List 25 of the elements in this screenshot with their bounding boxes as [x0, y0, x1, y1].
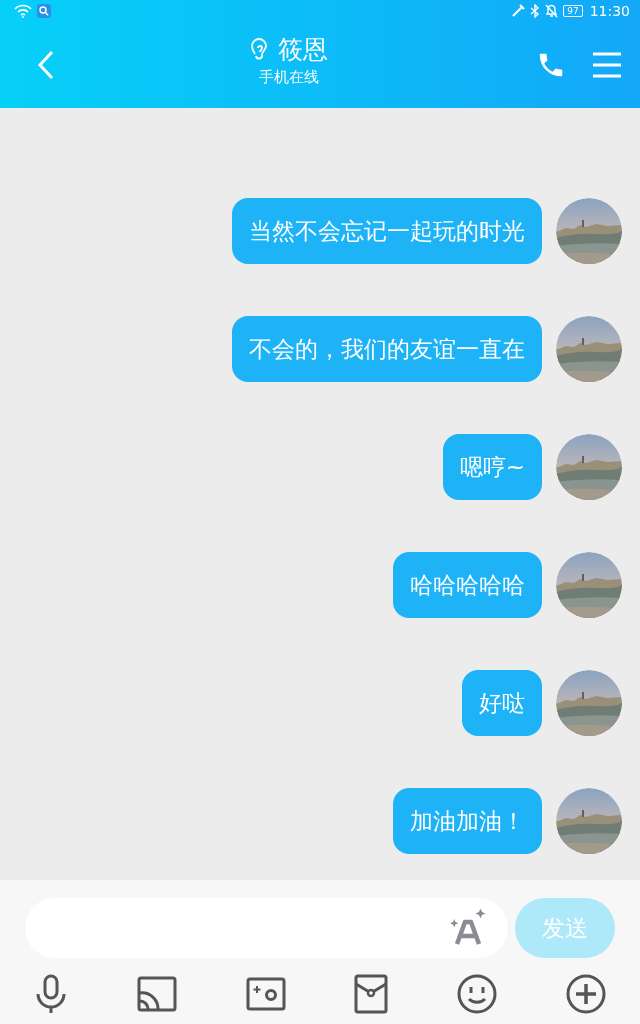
- font-style-icon[interactable]: [448, 908, 488, 948]
- camera-icon[interactable]: [245, 976, 286, 1012]
- add-icon[interactable]: [566, 974, 606, 1014]
- message-bubble: 好哒: [462, 670, 542, 736]
- ear-icon: [250, 37, 270, 62]
- envelope-icon[interactable]: [354, 974, 389, 1014]
- chevron-left-icon: [36, 49, 56, 81]
- message-bubble: 不会的，我们的友谊一直在: [232, 316, 542, 382]
- battery-level: 97: [563, 5, 583, 17]
- message-bubble: 哈哈哈哈哈: [393, 552, 542, 618]
- message-bubble: 当然不会忘记一起玩的时光: [232, 198, 542, 264]
- send-button[interactable]: 发送: [515, 898, 615, 958]
- online-status: 手机在线: [259, 68, 319, 87]
- microphone-icon[interactable]: [34, 974, 68, 1014]
- wifi-icon: [14, 4, 32, 18]
- message-bubble: 加油加油！: [393, 788, 542, 854]
- contact-name: 筱恩: [278, 34, 328, 66]
- bluetooth-icon: [530, 4, 541, 18]
- message-bubble: 嗯哼~: [442, 434, 542, 500]
- emoji-icon[interactable]: [457, 974, 498, 1014]
- muted-bell-icon: [545, 4, 559, 18]
- screen-cast-icon[interactable]: [136, 976, 177, 1012]
- search-icon: [37, 4, 51, 18]
- pen-icon: [511, 4, 526, 18]
- clock-time: 11:30: [589, 3, 630, 19]
